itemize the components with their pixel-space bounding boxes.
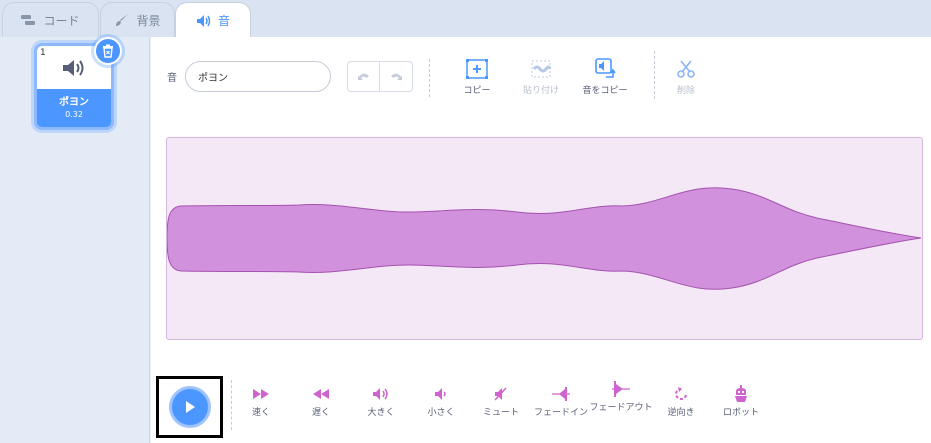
paste-icon (531, 60, 552, 78)
copy-to-new-button[interactable]: 音をコピー (570, 57, 640, 96)
faster-icon (253, 389, 269, 399)
fade-in-icon (552, 387, 570, 401)
sound-list-sidebar: 1 ポヨン 0.32 (0, 37, 150, 443)
speaker-icon (63, 59, 84, 76)
redo-icon (391, 73, 402, 80)
scissors-icon (677, 60, 695, 78)
effect-reverse-label: 逆向き (667, 408, 695, 418)
tab-backdrops[interactable]: 背景 (100, 2, 175, 37)
copy-label: コピー (463, 86, 491, 96)
delete-label: 削除 (676, 86, 695, 96)
tab-sounds-label: 音 (217, 14, 230, 28)
delete-button[interactable]: 削除 (651, 57, 721, 96)
sound-name-input[interactable] (185, 61, 331, 92)
toolbar-divider (429, 59, 430, 97)
effect-louder-button[interactable]: 大きく (349, 382, 413, 420)
copy-selection-icon (466, 59, 488, 79)
redo-button[interactable] (380, 62, 412, 91)
speaker-icon (196, 14, 211, 27)
tab-backdrops-label: 背景 (136, 13, 161, 28)
effect-fade-in-label: フェードイン (533, 408, 588, 418)
waveform-display[interactable] (166, 137, 923, 340)
delete-sound-button[interactable] (94, 37, 122, 65)
sound-editor: 音 コピー 貼り付け 音をコピー 削除 (151, 37, 931, 443)
code-icon (21, 15, 36, 25)
robot-icon (735, 385, 747, 402)
paste-button[interactable]: 貼り付け (506, 57, 576, 96)
slower-icon (313, 389, 329, 399)
effect-robot-button[interactable]: ロボット (709, 382, 773, 420)
effect-fade-out-button[interactable]: フェードアウト (589, 377, 653, 415)
effect-faster-label: 速く (251, 408, 270, 418)
effect-softer-button[interactable]: 小さく (409, 382, 473, 420)
play-button[interactable] (168, 386, 211, 428)
sound-name-label: 音 (167, 73, 177, 84)
copy-to-new-label: 音をコピー (582, 86, 628, 96)
louder-icon (373, 388, 388, 400)
effect-faster-button[interactable]: 速く (229, 382, 293, 420)
effect-robot-label: ロボット (722, 408, 759, 418)
undo-redo-group (347, 61, 413, 92)
effect-softer-label: 小さく (427, 408, 455, 418)
brush-icon (116, 14, 129, 26)
mute-icon (494, 387, 507, 401)
sound-name: ポヨン (59, 97, 89, 108)
copy-to-new-icon (595, 58, 616, 78)
effect-mute-label: ミュート (482, 408, 519, 418)
fade-out-icon (612, 381, 630, 397)
undo-icon (357, 73, 369, 80)
effect-fade-out-label: フェードアウト (589, 403, 653, 413)
tab-sounds[interactable]: 音 (175, 2, 251, 38)
waveform (167, 187, 922, 290)
effect-slower-label: 遅く (311, 408, 330, 418)
effect-louder-label: 大きく (367, 408, 395, 418)
play-button-focus-box (156, 376, 223, 438)
play-icon (185, 401, 195, 413)
tab-bar: コード 背景 音 (0, 0, 931, 38)
copy-button[interactable]: コピー (442, 57, 512, 96)
trash-icon (103, 44, 113, 58)
sound-duration: 0.32 (65, 110, 83, 119)
effect-reverse-button[interactable]: 逆向き (649, 382, 713, 420)
tab-code[interactable]: コード (2, 2, 99, 37)
softer-icon (435, 388, 446, 400)
effect-mute-button[interactable]: ミュート (469, 382, 533, 420)
effect-slower-button[interactable]: 遅く (289, 382, 353, 420)
tab-code-label: コード (43, 13, 80, 28)
undo-button[interactable] (348, 62, 381, 91)
reverse-icon (675, 387, 687, 400)
paste-label: 貼り付け (522, 86, 559, 96)
effect-fade-in-button[interactable]: フェードイン (529, 382, 593, 420)
sound-index: 1 (40, 48, 46, 58)
